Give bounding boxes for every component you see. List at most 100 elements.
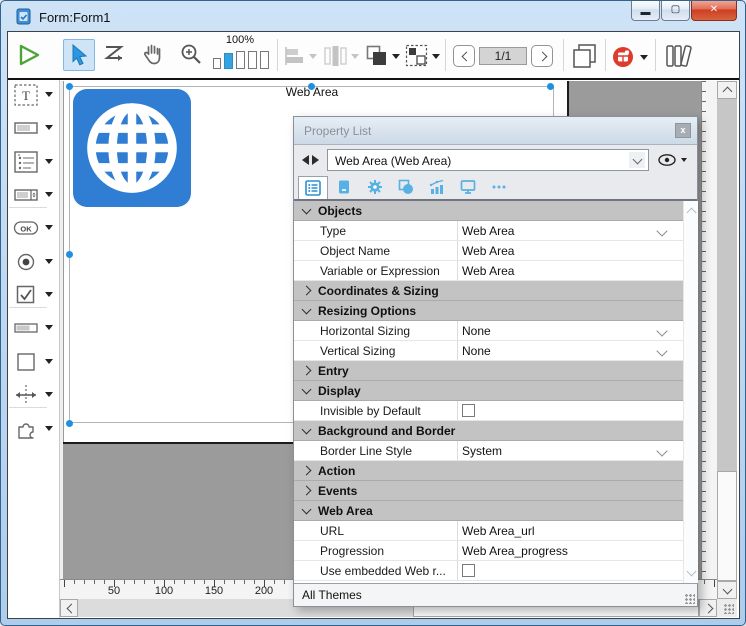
- property-row-variable-or-expression[interactable]: Variable or Expression Web Area: [294, 261, 683, 281]
- selection-handle-bottom-left[interactable]: [66, 420, 73, 427]
- zoom-tool-button[interactable]: [179, 42, 203, 69]
- combo-tool-dropdown-arrow[interactable]: [45, 192, 53, 197]
- section-events[interactable]: Events: [294, 481, 683, 501]
- section-background-and-border[interactable]: Background and Border: [294, 421, 683, 441]
- checkbox-tool-button[interactable]: [13, 282, 39, 308]
- tab-display[interactable]: [453, 176, 483, 199]
- input-tool-button[interactable]: [13, 115, 39, 141]
- next-page-button[interactable]: [531, 45, 553, 67]
- resize-grip-icon[interactable]: [685, 594, 695, 604]
- section-resizing-options[interactable]: Resizing Options: [294, 301, 683, 321]
- zoom-bar-1[interactable]: [213, 58, 221, 69]
- close-button[interactable]: ✕: [691, 1, 737, 21]
- tab-more[interactable]: [484, 176, 514, 199]
- vertical-scrollbar-thumb[interactable]: [717, 471, 737, 581]
- property-row-horizontal-sizing[interactable]: Horizontal Sizing None: [294, 321, 683, 341]
- input-tool-dropdown-arrow[interactable]: [45, 125, 53, 130]
- progress-tool-dropdown-arrow[interactable]: [45, 325, 53, 330]
- splitter-tool-button[interactable]: [13, 382, 39, 408]
- progress-indicator-tool-button[interactable]: [13, 315, 39, 341]
- insert-fields-button[interactable]: [613, 47, 633, 67]
- scroll-down-button[interactable]: [717, 581, 737, 599]
- rectangle-tool-dropdown-arrow[interactable]: [45, 359, 53, 364]
- section-action[interactable]: Action: [294, 461, 683, 481]
- zoom-bar-4[interactable]: [248, 51, 257, 69]
- tab-property-list[interactable]: [298, 176, 328, 199]
- chevron-up-icon[interactable]: [687, 208, 697, 218]
- combo-stepper-tool-button[interactable]: [13, 182, 39, 208]
- entry-order-tool-button[interactable]: [103, 43, 127, 68]
- property-row-progression[interactable]: Progression Web Area_progress: [294, 541, 683, 561]
- listbox-tool-button[interactable]: [13, 149, 39, 175]
- chevron-down-icon[interactable]: [656, 225, 667, 236]
- selection-handle-top-center[interactable]: [308, 83, 315, 90]
- listbox-tool-dropdown-arrow[interactable]: [45, 159, 53, 164]
- property-list-titlebar[interactable]: Property List: [294, 117, 697, 145]
- button-tool-dropdown-arrow[interactable]: [45, 225, 53, 230]
- section-web-area[interactable]: Web Area: [294, 501, 683, 521]
- zoom-bar-3[interactable]: [236, 51, 245, 69]
- insert-fields-dropdown-arrow[interactable]: [640, 55, 648, 60]
- tab-appearance[interactable]: [391, 176, 421, 199]
- library-button[interactable]: [665, 43, 695, 72]
- property-row-border-line-style[interactable]: Border Line Style System: [294, 441, 683, 461]
- form-pages-button[interactable]: [571, 43, 597, 72]
- text-tool-dropdown-arrow[interactable]: [45, 92, 53, 97]
- maximize-button[interactable]: ▢: [661, 1, 690, 21]
- section-entry[interactable]: Entry: [294, 361, 683, 381]
- vertical-scrollbar[interactable]: [717, 81, 737, 599]
- text-tool-button[interactable]: T: [13, 82, 39, 108]
- tab-objects[interactable]: [329, 176, 359, 199]
- scroll-right-button[interactable]: [699, 599, 717, 617]
- plugin-tool-dropdown-arrow[interactable]: [45, 426, 53, 431]
- chevron-down-icon[interactable]: [656, 345, 667, 356]
- property-row-object-name[interactable]: Object Name Web Area: [294, 241, 683, 261]
- pan-tool-button[interactable]: [141, 41, 165, 70]
- zoom-scale-control[interactable]: [213, 47, 269, 69]
- property-row-vertical-sizing[interactable]: Vertical Sizing None: [294, 341, 683, 361]
- group-tool-button[interactable]: [405, 44, 428, 70]
- plugin-tool-button[interactable]: [13, 416, 39, 442]
- selection-handle-top-right[interactable]: [547, 83, 554, 90]
- zoom-bar-2-active[interactable]: [224, 53, 233, 69]
- group-dropdown-arrow[interactable]: [432, 54, 440, 59]
- select-tool-button[interactable]: [63, 39, 95, 71]
- move-level-button[interactable]: [365, 44, 388, 70]
- previous-object-button[interactable]: [302, 155, 309, 165]
- button-tool-button[interactable]: OK: [13, 215, 39, 241]
- tab-chart[interactable]: [422, 176, 452, 199]
- property-row-invisible-by-default[interactable]: Invisible by Default: [294, 401, 683, 421]
- property-row-use-embedded-web-rendering[interactable]: Use embedded Web r...: [294, 561, 683, 581]
- minimize-button[interactable]: ▬: [631, 1, 660, 21]
- theme-filter[interactable]: All Themes: [302, 588, 362, 602]
- use-embedded-web-rendering-checkbox[interactable]: [462, 564, 475, 577]
- chevron-down-icon[interactable]: [656, 325, 667, 336]
- scroll-up-button[interactable]: [717, 81, 737, 99]
- splitter-tool-dropdown-arrow[interactable]: [45, 392, 53, 397]
- property-list-scrollbar[interactable]: [683, 201, 698, 583]
- previous-page-button[interactable]: [453, 45, 475, 67]
- property-row-type[interactable]: Type Web Area: [294, 221, 683, 241]
- radio-tool-dropdown-arrow[interactable]: [45, 259, 53, 264]
- next-object-button[interactable]: [312, 155, 319, 165]
- rectangle-tool-button[interactable]: [13, 349, 39, 375]
- property-list-close-button[interactable]: x: [675, 123, 691, 138]
- tab-settings[interactable]: [360, 176, 390, 199]
- section-objects[interactable]: Objects: [294, 201, 683, 221]
- selection-handle-middle-left[interactable]: [66, 251, 73, 258]
- section-coordinates-sizing[interactable]: Coordinates & Sizing: [294, 281, 683, 301]
- execute-form-button[interactable]: [17, 43, 41, 70]
- view-options-dropdown-arrow[interactable]: [681, 158, 687, 162]
- chevron-down-icon[interactable]: [687, 567, 697, 577]
- selection-handle-top-left[interactable]: [66, 83, 73, 90]
- section-display[interactable]: Display: [294, 381, 683, 401]
- scroll-left-button[interactable]: [60, 599, 78, 617]
- resize-grip-icon[interactable]: [724, 604, 734, 614]
- view-options-button[interactable]: [658, 153, 678, 170]
- invisible-by-default-checkbox[interactable]: [462, 404, 475, 417]
- checkbox-tool-dropdown-arrow[interactable]: [45, 292, 53, 297]
- zoom-bar-5[interactable]: [260, 51, 269, 69]
- radio-tool-button[interactable]: [13, 249, 39, 275]
- move-level-dropdown-arrow[interactable]: [392, 54, 400, 59]
- property-row-url[interactable]: URL Web Area_url: [294, 521, 683, 541]
